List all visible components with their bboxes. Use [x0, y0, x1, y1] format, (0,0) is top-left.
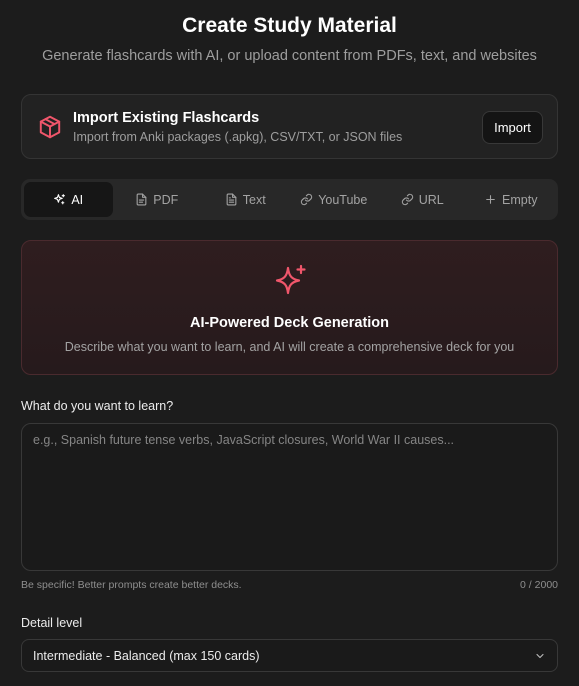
tab-label: Empty: [502, 192, 538, 207]
tab-empty[interactable]: Empty: [467, 182, 556, 217]
source-tabs: AI PDF Text YouTube URL Empty: [21, 179, 558, 220]
prompt-hint: Be specific! Better prompts create bette…: [21, 579, 242, 591]
hero-title: AI-Powered Deck Generation: [189, 315, 390, 331]
sparkles-icon: [54, 194, 66, 205]
package-icon: [39, 115, 61, 139]
link-icon: [401, 193, 413, 206]
tab-label: AI: [71, 192, 84, 207]
tab-label: URL: [418, 192, 444, 207]
char-counter: 0 / 2000: [520, 579, 558, 591]
tab-label: YouTube: [318, 192, 368, 207]
tab-label: Text: [242, 192, 266, 207]
import-description: Import from Anki packages (.apkg), CSV/T…: [73, 130, 403, 144]
tab-pdf[interactable]: PDF: [113, 182, 202, 217]
import-button[interactable]: Import: [482, 111, 543, 144]
detail-level-value: Intermediate - Balanced (max 150 cards): [33, 649, 260, 663]
tab-label: PDF: [153, 192, 179, 207]
tab-text[interactable]: Text: [201, 182, 290, 217]
page-title: Create Study Material: [182, 14, 397, 37]
link-icon: [301, 193, 313, 206]
detail-level-select[interactable]: Intermediate - Balanced (max 150 cards): [21, 639, 558, 672]
chevron-down-icon: [536, 653, 544, 659]
file-icon: [136, 193, 147, 206]
tab-youtube[interactable]: YouTube: [290, 182, 379, 217]
detail-level-label: Detail level: [21, 616, 83, 630]
tab-url[interactable]: URL: [378, 182, 467, 217]
ai-hero-card: AI-Powered Deck Generation Describe what…: [21, 240, 558, 375]
prompt-label: What do you want to learn?: [21, 399, 174, 413]
import-title: Import Existing Flashcards: [73, 110, 260, 126]
prompt-textarea[interactable]: [21, 423, 558, 571]
file-text-icon: [226, 193, 237, 206]
plus-icon: [486, 195, 495, 204]
hero-description: Describe what you want to learn, and AI …: [64, 340, 515, 354]
import-card: Import Existing Flashcards Import from A…: [21, 94, 558, 159]
sparkles-icon: [275, 264, 306, 295]
page-subtitle: Generate flashcards with AI, or upload c…: [42, 48, 537, 64]
tab-ai[interactable]: AI: [24, 182, 113, 217]
